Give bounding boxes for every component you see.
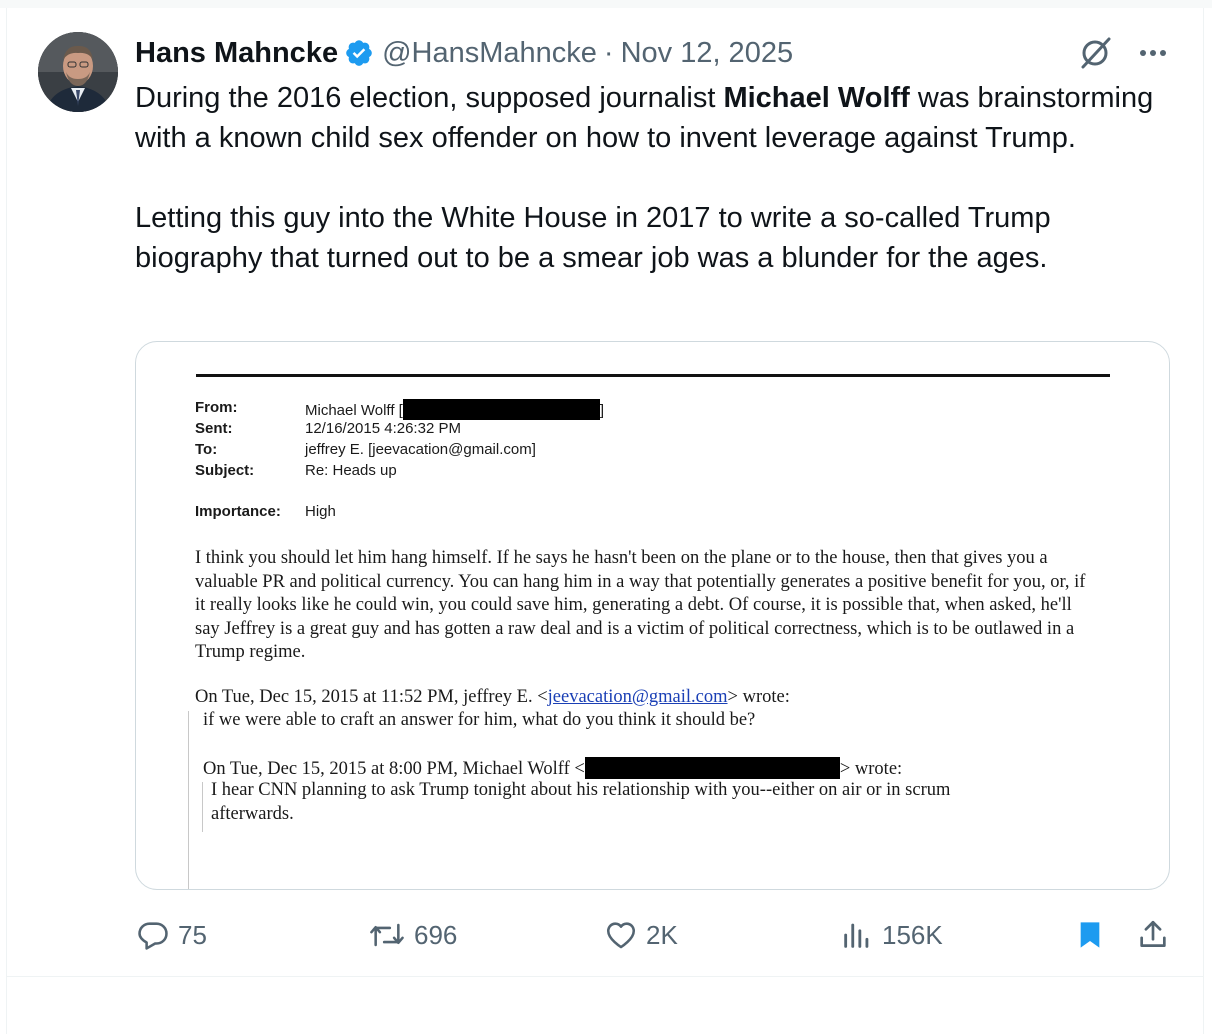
tweet-bold-name: Michael Wolff bbox=[723, 82, 910, 114]
repost-icon bbox=[370, 923, 404, 947]
bookmark-button[interactable] bbox=[1074, 918, 1106, 952]
importance-value: High bbox=[305, 503, 336, 520]
reply-icon bbox=[138, 922, 168, 950]
tweet-text-segment: During the 2016 election, supposed journ… bbox=[135, 82, 724, 114]
header-separator: · bbox=[603, 36, 614, 69]
tweet-header: Hans Mahncke @HansMahncke · Nov 12, 2025 bbox=[135, 34, 793, 72]
tweet-text: During the 2016 election, supposed journ… bbox=[135, 78, 1155, 278]
to-value: jeffrey E. [jeevacation@gmail.com] bbox=[305, 441, 536, 458]
like-button[interactable]: 2K bbox=[604, 918, 678, 952]
author-name[interactable]: Hans Mahncke bbox=[135, 37, 338, 70]
verified-badge-icon bbox=[346, 40, 372, 66]
bookmark-icon bbox=[1080, 922, 1100, 948]
quote1-suffix: > wrote: bbox=[727, 687, 790, 707]
quote2-header: On Tue, Dec 15, 2015 at 8:00 PM, Michael… bbox=[203, 757, 902, 780]
grok-icon[interactable] bbox=[1078, 34, 1114, 70]
from-close: ] bbox=[599, 402, 604, 419]
reply-button[interactable]: 75 bbox=[136, 918, 207, 952]
importance-label: Importance: bbox=[195, 503, 281, 520]
sent-value: 12/16/2015 4:26:32 PM bbox=[305, 420, 461, 437]
repost-button[interactable]: 696 bbox=[368, 918, 457, 952]
quote1-prefix: On Tue, Dec 15, 2015 at 11:52 PM, jeffre… bbox=[195, 687, 548, 707]
quote2-suffix: > wrote: bbox=[839, 759, 903, 779]
tweet-date[interactable]: Nov 12, 2025 bbox=[621, 37, 794, 70]
quote-bar-outer bbox=[188, 711, 189, 889]
avatar-portrait bbox=[38, 32, 118, 112]
more-icon[interactable] bbox=[1136, 38, 1170, 68]
action-bar: 75 696 2K 156K bbox=[0, 914, 1212, 958]
sent-label: Sent: bbox=[195, 420, 233, 437]
quote2-line-2: afterwards. bbox=[211, 804, 294, 824]
like-icon bbox=[606, 922, 636, 949]
share-button[interactable] bbox=[1136, 918, 1170, 952]
document-rule bbox=[196, 374, 1110, 377]
views-count: 156K bbox=[882, 919, 943, 950]
page-top-strip bbox=[0, 0, 1212, 8]
tweet-paragraph-2: Letting this guy into the White House in… bbox=[135, 202, 1051, 274]
email-link[interactable]: jeevacation@gmail.com bbox=[548, 687, 728, 707]
views-icon bbox=[844, 923, 869, 948]
views-button[interactable]: 156K bbox=[840, 918, 943, 952]
subject-label: Subject: bbox=[195, 462, 255, 479]
like-count: 2K bbox=[646, 919, 678, 950]
email-body: I think you should let him hang himself.… bbox=[195, 548, 1086, 662]
from-label: From: bbox=[195, 399, 238, 416]
redaction-bar bbox=[584, 757, 840, 779]
quote-bar-inner bbox=[202, 782, 203, 832]
from-value: Michael Wolff [] bbox=[305, 399, 604, 420]
tweet-paragraph-1: During the 2016 election, supposed journ… bbox=[135, 78, 1155, 158]
quote2-prefix: On Tue, Dec 15, 2015 at 8:00 PM, Michael… bbox=[203, 759, 585, 779]
to-label: To: bbox=[195, 441, 218, 458]
repost-count: 696 bbox=[414, 919, 458, 950]
reply-count: 75 bbox=[178, 919, 207, 950]
quote1-header: On Tue, Dec 15, 2015 at 11:52 PM, jeffre… bbox=[195, 687, 790, 708]
subject-value: Re: Heads up bbox=[305, 462, 397, 479]
next-tweet-placeholder bbox=[6, 977, 1204, 1034]
author-handle[interactable]: @HansMahncke bbox=[382, 37, 597, 70]
from-name: Michael Wolff [ bbox=[305, 402, 403, 419]
share-icon bbox=[1140, 920, 1166, 947]
avatar[interactable] bbox=[38, 32, 118, 112]
tweet-media-image[interactable]: From: Michael Wolff [] Sent: 12/16/2015 … bbox=[135, 341, 1170, 890]
redaction-bar bbox=[402, 399, 600, 420]
quote2-line-1: I hear CNN planning to ask Trump tonight… bbox=[211, 780, 951, 800]
quote1-text: if we were able to craft an answer for h… bbox=[203, 710, 756, 730]
